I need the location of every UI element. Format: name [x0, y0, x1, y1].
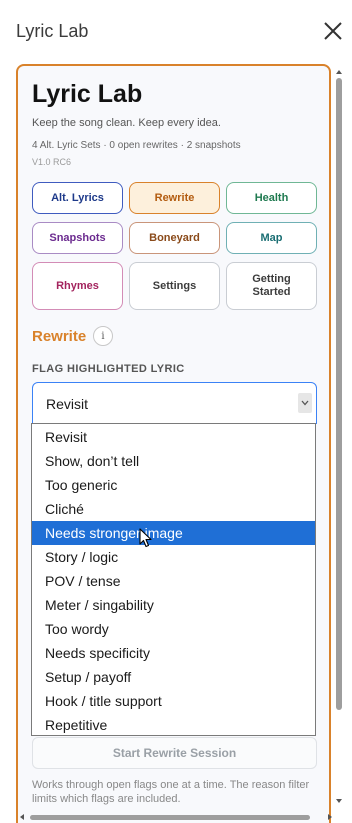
vertical-scrollbar[interactable]	[333, 64, 345, 809]
flag-reason-select[interactable]: Revisit	[32, 382, 317, 424]
dropdown-option[interactable]: Revisit	[32, 425, 315, 449]
nav-alt-lyrics-button[interactable]: Alt. Lyrics	[32, 182, 123, 214]
flag-reason-dropdown[interactable]: Revisit Show, don’t tell Too generic Cli…	[31, 423, 316, 736]
nav-snapshots-button[interactable]: Snapshots	[32, 222, 123, 254]
nav-rewrite-button[interactable]: Rewrite	[129, 182, 220, 214]
dropdown-option[interactable]: Story / logic	[32, 545, 315, 569]
mouse-cursor-icon	[139, 528, 152, 548]
horizontal-scrollbar[interactable]	[16, 811, 336, 823]
scroll-down-arrow-icon[interactable]	[335, 797, 343, 805]
scroll-left-arrow-icon[interactable]	[18, 813, 26, 821]
dropdown-option[interactable]: Repetitive	[32, 713, 315, 737]
lyric-lab-sidebar: Lyric Lab Lyric Lab Keep the song clean.…	[0, 0, 352, 823]
flag-field-label: FLAG HIGHLIGHTED LYRIC	[32, 363, 185, 375]
window-title: Lyric Lab	[16, 21, 89, 41]
nav-boneyard-button[interactable]: Boneyard	[129, 222, 220, 254]
start-rewrite-session-button[interactable]: Start Rewrite Session	[32, 737, 317, 769]
dropdown-option[interactable]: Setup / payoff	[32, 665, 315, 689]
horizontal-scroll-thumb[interactable]	[30, 815, 310, 820]
dropdown-option[interactable]: Too wordy	[32, 617, 315, 641]
scroll-up-arrow-icon[interactable]	[335, 68, 343, 76]
nav-settings-button[interactable]: Settings	[129, 262, 220, 310]
nav-health-button[interactable]: Health	[226, 182, 317, 214]
panel-title: Lyric Lab	[32, 80, 143, 108]
nav-rhymes-button[interactable]: Rhymes	[32, 262, 123, 310]
dropdown-option[interactable]: Hook / title support	[32, 689, 315, 713]
stats-line: 4 Alt. Lyric Sets · 0 open rewrites · 2 …	[32, 140, 241, 151]
dropdown-option[interactable]: POV / tense	[32, 569, 315, 593]
nav-getting-started-button[interactable]: Getting Started	[226, 262, 317, 310]
chevron-down-icon[interactable]	[298, 393, 312, 413]
dropdown-option-highlighted[interactable]: Needs stronger image	[32, 521, 315, 545]
scroll-right-arrow-icon[interactable]	[326, 813, 334, 821]
info-icon[interactable]: i	[93, 326, 113, 346]
close-icon[interactable]	[322, 20, 344, 42]
help-text: Works through open flags one at a time. …	[32, 779, 310, 805]
dropdown-option[interactable]: Meter / singability	[32, 593, 315, 617]
version-label: V1.0 RC6	[32, 157, 72, 167]
dropdown-option[interactable]: Too generic	[32, 473, 315, 497]
tagline: Keep the song clean. Keep every idea.	[32, 117, 221, 129]
dropdown-option[interactable]: Needs specificity	[32, 641, 315, 665]
vertical-scroll-thumb[interactable]	[336, 78, 342, 710]
nav-map-button[interactable]: Map	[226, 222, 317, 254]
dropdown-option[interactable]: Show, don’t tell	[32, 449, 315, 473]
dropdown-option[interactable]: Cliché	[32, 497, 315, 521]
sidebar-header: Lyric Lab	[0, 0, 352, 64]
section-title: Rewrite	[32, 328, 87, 345]
flag-select-value: Revisit	[46, 396, 89, 412]
